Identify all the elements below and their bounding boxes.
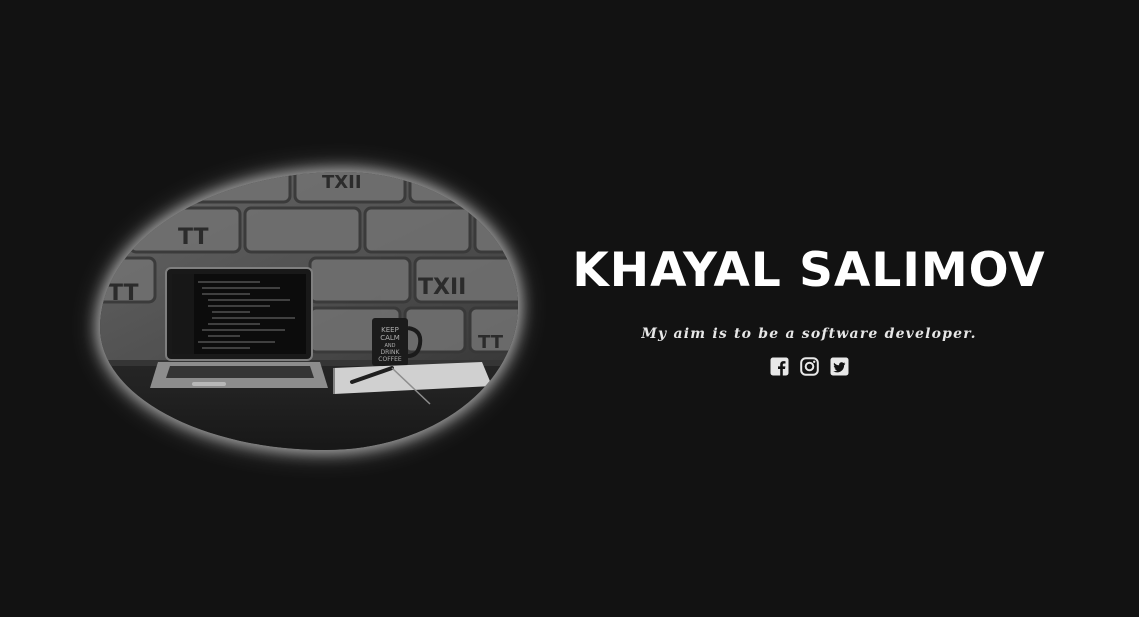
hero-name: KHAYAL SALIMOV (572, 243, 1046, 298)
hero-section: TXII TT TT TXII TT KEEP CALM AND DRINK C… (0, 0, 1139, 617)
hero-tagline: My aim is to be a software developer. (641, 326, 977, 342)
instagram-icon[interactable] (800, 357, 819, 376)
hero-image: TXII TT TT TXII TT KEEP CALM AND DRINK C… (100, 172, 518, 450)
social-links (770, 357, 849, 377)
twitter-icon[interactable] (830, 357, 849, 376)
facebook-icon[interactable] (770, 357, 789, 376)
